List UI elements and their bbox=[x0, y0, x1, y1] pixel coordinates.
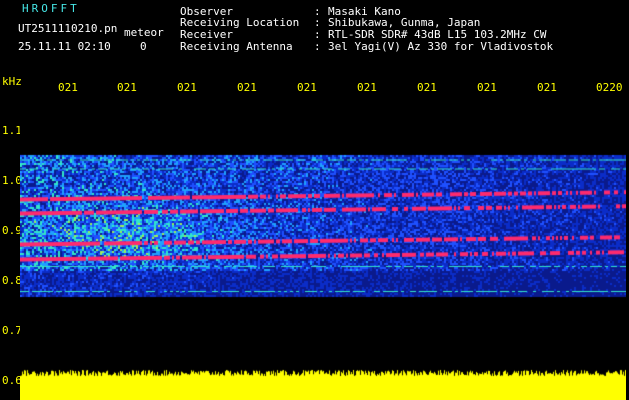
datetime-label: 25.11.11 02:10 bbox=[18, 40, 111, 53]
x-tick-label: 021 bbox=[177, 81, 197, 94]
y-tick-label: 0.8 bbox=[2, 274, 22, 287]
location-value: Shibukawa, Gunma, Japan bbox=[328, 16, 481, 29]
y-tick-label: 1.0 bbox=[2, 174, 22, 187]
zero-label: 0 bbox=[140, 40, 147, 53]
x-tick-label: 021 bbox=[417, 81, 437, 94]
y-tick-label: 0.9 bbox=[2, 224, 22, 237]
field-separator: : bbox=[314, 40, 321, 53]
x-tick-label: 021 bbox=[477, 81, 497, 94]
program-name: HROFFT bbox=[22, 2, 80, 15]
x-tick-label: 021 bbox=[537, 81, 557, 94]
antenna-label: Receiving Antenna bbox=[180, 40, 293, 53]
x-tick-label: 0220 bbox=[596, 81, 623, 94]
x-tick-label: 021 bbox=[357, 81, 377, 94]
y-axis-unit: kHz bbox=[2, 75, 22, 88]
x-tick-label: 021 bbox=[117, 81, 137, 94]
x-tick-label: 021 bbox=[237, 81, 257, 94]
y-tick-label: 0.7 bbox=[2, 324, 22, 337]
field-separator: : bbox=[314, 28, 321, 41]
field-separator: : bbox=[314, 16, 321, 29]
filename-label: UT2511110210.pn bbox=[18, 22, 118, 35]
x-tick-label: 021 bbox=[297, 81, 317, 94]
type-label: meteor bbox=[124, 26, 164, 39]
hrofft-window: HROFFT UT2511110210.pn meteor 25.11.11 0… bbox=[0, 0, 629, 400]
y-tick-label: 0.6 bbox=[2, 374, 22, 387]
location-label: Receiving Location bbox=[180, 16, 300, 29]
y-tick-label: 1.1 bbox=[2, 124, 22, 137]
receiver-value: RTL-SDR SDR# 43dB L15 103.2MHz CW bbox=[328, 28, 547, 41]
receiver-label: Receiver bbox=[180, 28, 233, 41]
antenna-value: 3el Yagi(V) Az 330 for Vladivostok bbox=[328, 40, 554, 53]
spectrogram-canvas bbox=[20, 96, 626, 400]
x-tick-label: 021 bbox=[58, 81, 78, 94]
